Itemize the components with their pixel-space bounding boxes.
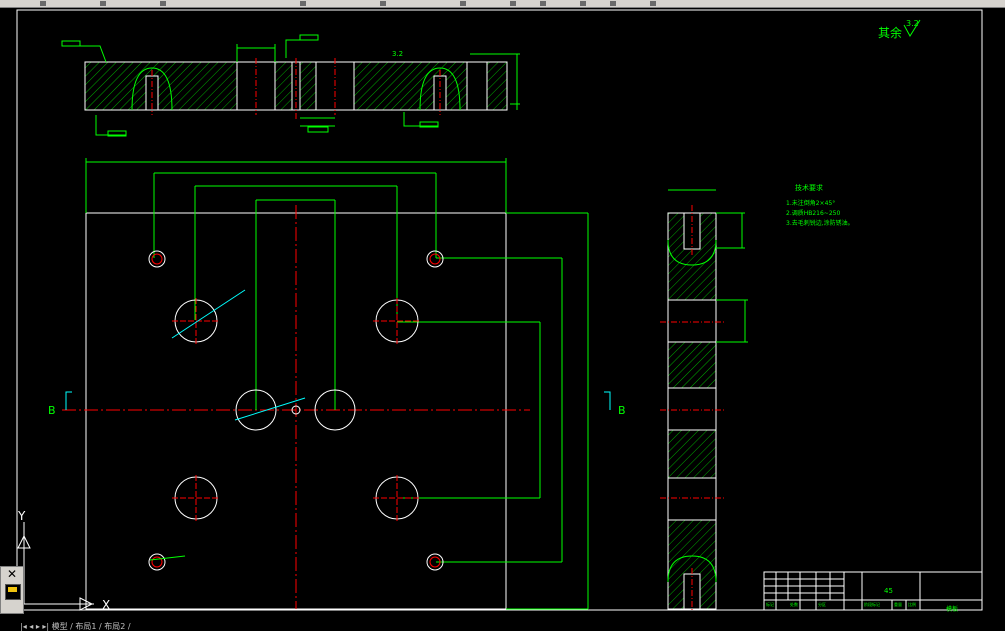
title-label-3: 分区	[818, 601, 826, 607]
plan-view: B B	[48, 158, 626, 610]
section-marker-left: B	[48, 404, 56, 417]
toolbar-icon[interactable]	[540, 1, 546, 6]
technical-requirements: 技术要求 1.未注倒角2×45° 2.调质HB216~250 3.去毛刺锐边,涂…	[786, 183, 854, 227]
tech-req-line-2: 2.调质HB216~250	[786, 209, 840, 217]
toolbar-icon[interactable]	[610, 1, 616, 6]
title-label-1: 标记	[766, 601, 774, 607]
section-marker-right: B	[618, 404, 626, 417]
tech-req-line-3: 3.去毛刺锐边,涂防锈油。	[786, 219, 854, 227]
material-label: 45	[884, 587, 893, 595]
part-name: 模板	[946, 605, 958, 613]
roughness-label: 3.2	[392, 50, 403, 58]
toolbar-icon[interactable]	[380, 1, 386, 6]
toolbar-icon[interactable]	[160, 1, 166, 6]
top-section-view: 3.2	[61, 34, 520, 137]
ucs-y-label: Y	[17, 509, 26, 523]
title-row2-scale: 比例	[908, 601, 916, 607]
toolbar-icon[interactable]	[300, 1, 306, 6]
title-block: 45 模板 标记 处数 分区 阶段标记 重量 比例	[763, 571, 983, 613]
title-label-2: 处数	[790, 601, 798, 607]
properties-palette[interactable]: ✕	[0, 566, 24, 614]
roughness-value: 3.2	[906, 19, 919, 28]
ucs-x-label: X	[102, 598, 110, 612]
drawing-canvas[interactable]: 3.2 B B 其余 3.2 技术要求 1.未注倒角2×45° 2.调质HB21…	[0, 7, 1005, 631]
side-section-view	[660, 189, 748, 612]
properties-icon[interactable]	[5, 584, 21, 600]
ucs-icon: Y X	[17, 509, 110, 612]
layout-tabs[interactable]: |◂ ◂ ▸ ▸| 模型 / 布局1 / 布局2 /	[20, 622, 131, 631]
toolbar-icon[interactable]	[650, 1, 656, 6]
toolbar-icon[interactable]	[510, 1, 516, 6]
toolbar-icon[interactable]	[100, 1, 106, 6]
close-icon[interactable]: ✕	[6, 568, 18, 580]
toolbar-icon[interactable]	[460, 1, 466, 6]
toolbar-icon[interactable]	[40, 1, 46, 6]
toolbar-icon[interactable]	[580, 1, 586, 6]
tech-req-title: 技术要求	[795, 183, 823, 192]
roughness-note: 其余	[878, 25, 902, 40]
tech-req-line-1: 1.未注倒角2×45°	[786, 199, 835, 207]
title-row2-weight: 重量	[894, 601, 902, 607]
title-row2-label: 阶段标记	[864, 601, 880, 607]
